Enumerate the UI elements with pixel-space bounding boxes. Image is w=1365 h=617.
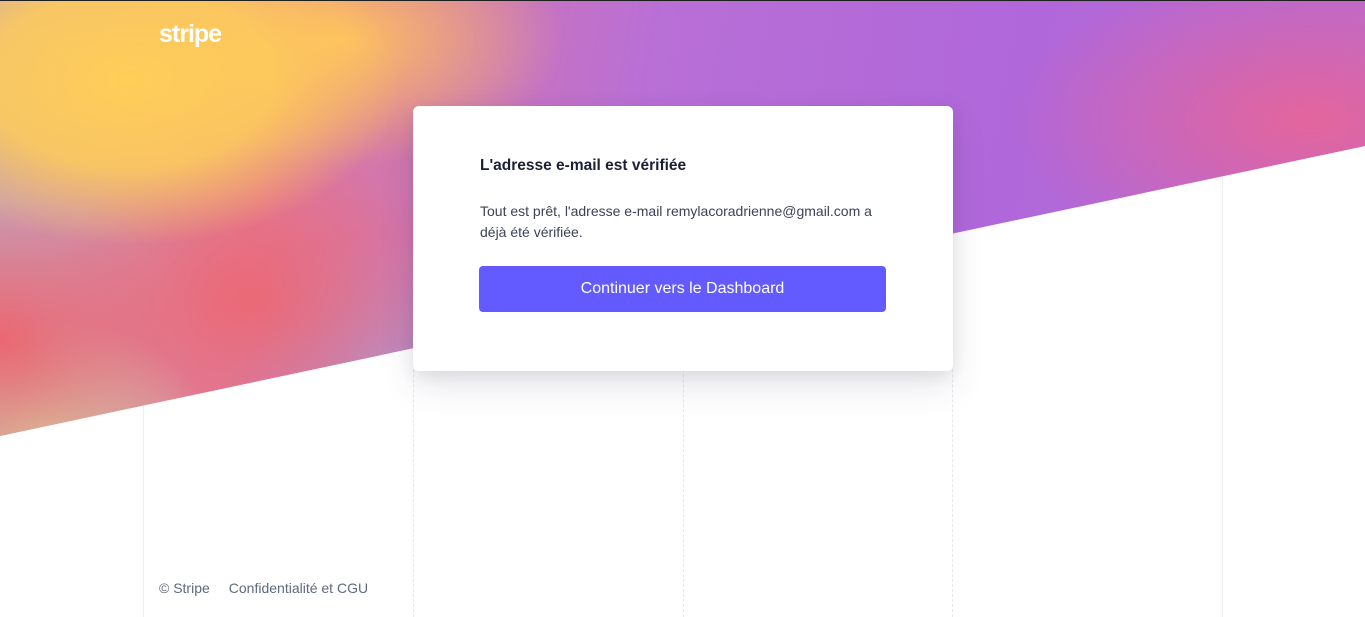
card-message: Tout est prêt, l'adresse e-mail remylaco…: [480, 203, 872, 240]
top-rule: [0, 0, 1365, 1]
card-title: L'adresse e-mail est vérifiée: [480, 157, 687, 174]
verification-card: L'adresse e-mail est vérifiée Tout est p…: [413, 106, 953, 371]
stripe-logo[interactable]: stripe: [159, 20, 222, 48]
footer: © Stripe Confidentialité et CGU: [159, 579, 368, 597]
footer-copyright: © Stripe: [159, 580, 210, 596]
continue-dashboard-button[interactable]: Continuer vers le Dashboard: [479, 266, 886, 312]
privacy-terms-link[interactable]: Confidentialité et CGU: [229, 579, 368, 597]
page: stripe L'adresse e-mail est vérifiée Tou…: [0, 0, 1365, 617]
